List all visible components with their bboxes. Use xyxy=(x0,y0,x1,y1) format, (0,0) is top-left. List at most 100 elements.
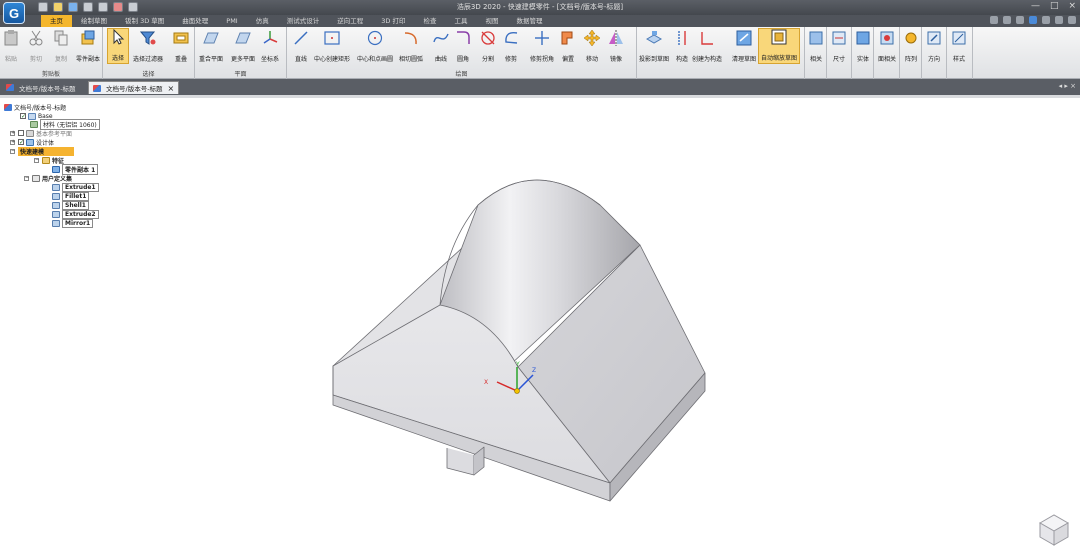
clean-sketch-icon xyxy=(736,30,752,46)
style-button[interactable]: 样式 xyxy=(951,30,967,63)
coincident-plane-button[interactable]: 重合平面 xyxy=(199,30,223,63)
direction-icon xyxy=(926,30,942,46)
select-button[interactable]: 选择 xyxy=(107,28,129,64)
solid-button[interactable]: 实体 xyxy=(855,30,871,63)
tab-pmi[interactable]: PMI xyxy=(217,15,246,27)
coord-sys-button[interactable]: 坐标系 xyxy=(261,30,279,63)
ribbon-min-icon[interactable] xyxy=(1042,16,1050,24)
app-logo[interactable]: G xyxy=(3,2,25,24)
copy-button[interactable]: 复制 xyxy=(53,30,69,63)
relate-button[interactable]: 相关 xyxy=(808,30,824,63)
tab-3d-print[interactable]: 3D 打印 xyxy=(372,15,414,27)
group-select: 选择 选择过滤器 重叠 选择 xyxy=(103,27,195,79)
group-direction: 方向 xyxy=(922,27,947,79)
ribbon-close-icon[interactable] xyxy=(1068,16,1076,24)
tab-inspect[interactable]: 检查 xyxy=(414,15,445,27)
group-sketch-tools: 投影到草图 构造 创建为构造 清理草图 自动缩放草图 xyxy=(637,27,805,79)
corner-icon xyxy=(534,30,550,46)
mirror-icon xyxy=(608,30,624,46)
minimize-button[interactable]: — xyxy=(1031,1,1040,11)
group-face-relate: 面相关 xyxy=(874,27,900,79)
copy-icon xyxy=(53,30,69,46)
tab-sketch[interactable]: 绘制草图 xyxy=(72,15,116,27)
tab-3d-sketch[interactable]: 钣制 3D 草图 xyxy=(116,15,173,27)
face-relate-button[interactable]: 面相关 xyxy=(878,30,896,63)
relate-icon xyxy=(808,30,824,46)
fillet-button[interactable]: 圆角 xyxy=(455,30,471,63)
tangent-arc-button[interactable]: 相切圆弧 xyxy=(399,30,423,63)
close-icon[interactable]: × xyxy=(168,84,175,93)
help-icon[interactable] xyxy=(1029,16,1037,24)
auto-zoom-button[interactable]: 自动缩放草图 xyxy=(758,28,801,64)
project-to-sketch-button[interactable]: 投影到草图 xyxy=(639,30,669,63)
split-button[interactable]: 分割 xyxy=(480,30,496,63)
cut-button[interactable]: 剪切 xyxy=(28,30,44,63)
tab-data-mgmt[interactable]: 数据管理 xyxy=(507,15,551,27)
doc-tab-nav-icon[interactable]: ◂ ▸ × xyxy=(1059,82,1076,90)
tab-test-design[interactable]: 测试式设计 xyxy=(278,15,329,27)
clean-sketch-button[interactable]: 清理草图 xyxy=(732,30,756,63)
doc-tab-active[interactable]: 文档号/版本号-标题 × xyxy=(88,81,180,94)
doc-tab[interactable]: 文档号/版本号-标题 xyxy=(2,81,80,94)
tab-home[interactable]: 主页 xyxy=(41,15,72,27)
pattern-icon xyxy=(903,30,919,46)
select-filter-button[interactable]: 选择过滤器 xyxy=(133,30,163,63)
filter-icon xyxy=(140,30,156,46)
move-button[interactable]: 移动 xyxy=(584,30,600,63)
maximize-button[interactable]: □ xyxy=(1050,1,1059,11)
dimension-button[interactable]: 尺寸 xyxy=(831,30,847,63)
group-draw: 直线 中心创建矩形 中心和点画圆 相切圆弧 曲线 圆角 分割 修剪 修剪拐角 偏… xyxy=(287,27,637,79)
group-clipboard: 粘贴 剪切 复制 零件副本 剪贴板 xyxy=(0,27,103,79)
offset-button[interactable]: 偏置 xyxy=(560,30,576,63)
style-icon xyxy=(951,30,967,46)
ribbon-restore-icon[interactable] xyxy=(1055,16,1063,24)
window-icon[interactable] xyxy=(1003,16,1011,24)
trim-button[interactable]: 修剪 xyxy=(503,30,519,63)
construct-button[interactable]: 构造 xyxy=(674,30,690,63)
group-dimension: 尺寸 xyxy=(827,27,852,79)
close-button[interactable]: × xyxy=(1068,1,1076,11)
tab-reverse[interactable]: 逆向工程 xyxy=(328,15,372,27)
create-construct-icon xyxy=(699,30,715,46)
offset-icon xyxy=(560,30,576,46)
mirror-button[interactable]: 镜像 xyxy=(608,30,624,63)
layout-icon[interactable] xyxy=(1016,16,1024,24)
view-cube-icon[interactable] xyxy=(1034,509,1074,549)
paste-button[interactable]: 粘贴 xyxy=(3,30,19,63)
solid-icon xyxy=(855,30,871,46)
curve-button[interactable]: 曲线 xyxy=(433,30,449,63)
paste-icon xyxy=(3,30,19,46)
pattern-button[interactable]: 阵列 xyxy=(903,30,919,63)
arc-icon xyxy=(403,30,419,46)
tab-surfacing[interactable]: 曲面处理 xyxy=(173,15,217,27)
construct-icon xyxy=(674,30,690,46)
group-relate: 相关 xyxy=(805,27,827,79)
tab-view[interactable]: 视图 xyxy=(476,15,507,27)
center-rect-button[interactable]: 中心创建矩形 xyxy=(314,30,350,63)
more-planes-button[interactable]: 更多平面 xyxy=(231,30,255,63)
auto-zoom-icon xyxy=(771,29,787,45)
dimension-icon xyxy=(831,30,847,46)
viewport-border xyxy=(0,95,1080,98)
line-button[interactable]: 直线 xyxy=(293,30,309,63)
group-style: 样式 xyxy=(947,27,973,79)
tab-simulation[interactable]: 仿真 xyxy=(247,15,278,27)
cursor-icon xyxy=(110,29,126,45)
window-title: 浩辰3D 2020 - 快速建模零件 - [文档号/版本号-标题] xyxy=(456,3,624,11)
part-model[interactable]: Y X Z xyxy=(0,95,1080,553)
graphics-window[interactable]: 文档号/版本号-标题 ✓ Base 材料 (无铝铝 1060) + 基本参考平面… xyxy=(0,95,1080,553)
direction-button[interactable]: 方向 xyxy=(926,30,942,63)
tab-tools[interactable]: 工具 xyxy=(445,15,476,27)
window-controls: — □ × xyxy=(1031,1,1076,11)
part-icon xyxy=(6,84,14,91)
overlap-button[interactable]: 重叠 xyxy=(173,30,189,63)
part-copy-button[interactable]: 零件副本 xyxy=(76,30,100,63)
project-icon xyxy=(646,30,662,46)
trim-corner-button[interactable]: 修剪拐角 xyxy=(530,30,554,63)
rectangle-icon xyxy=(324,30,340,46)
create-construct-button[interactable]: 创建为构造 xyxy=(692,30,722,63)
center-circle-button[interactable]: 中心和点画圆 xyxy=(357,30,393,63)
group-pattern: 阵列 xyxy=(900,27,922,79)
options-icon[interactable] xyxy=(990,16,998,24)
help-icons xyxy=(990,16,1076,24)
